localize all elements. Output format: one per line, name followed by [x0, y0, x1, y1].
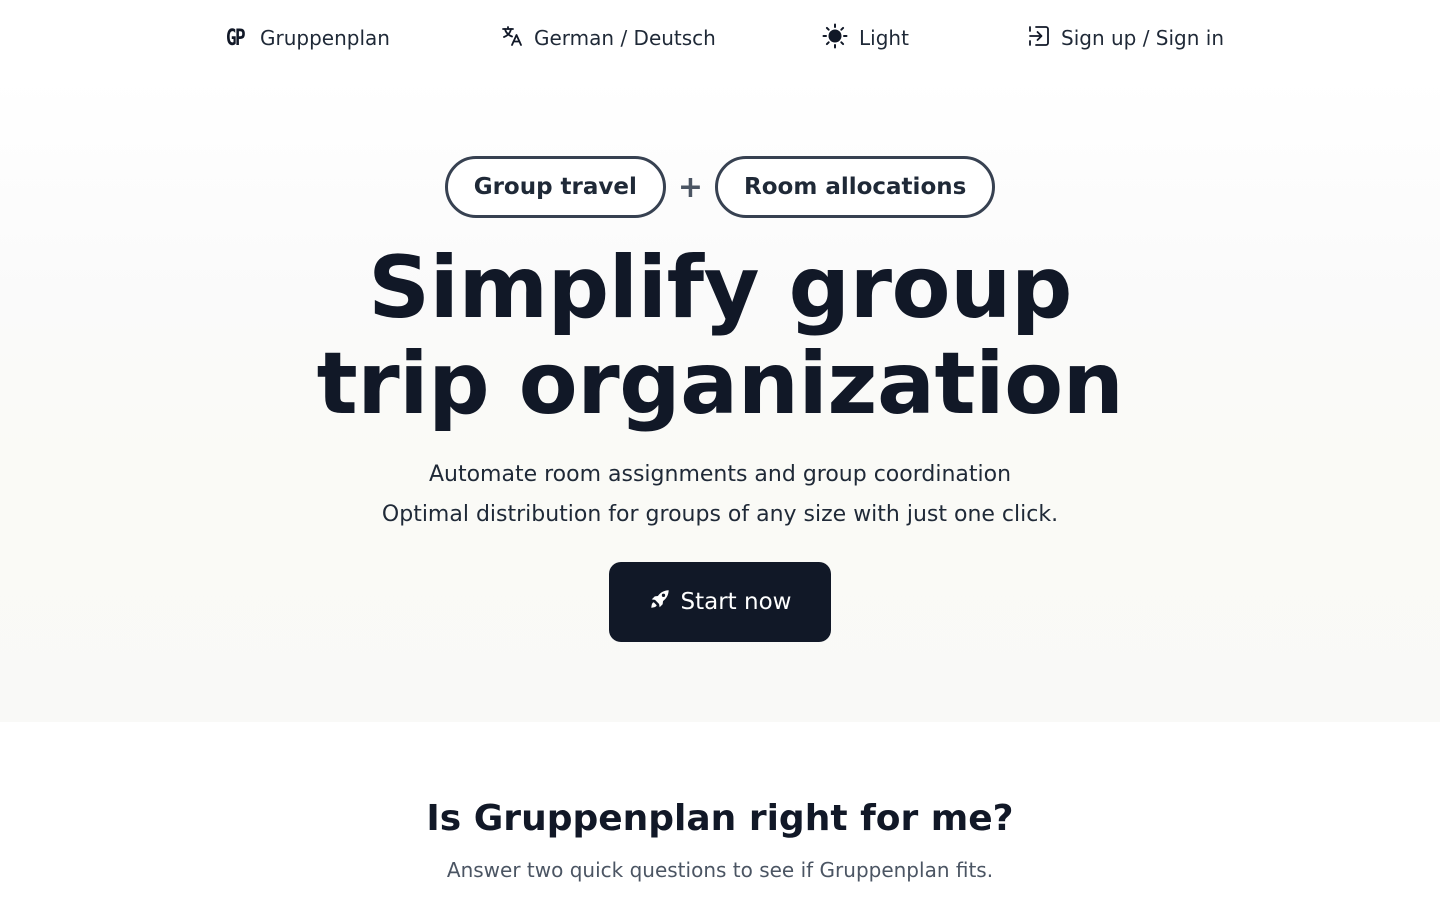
- sun-icon: [821, 22, 849, 55]
- plus-sign: +: [677, 169, 704, 205]
- brand-link[interactable]: GP Gruppenplan: [226, 22, 390, 54]
- subtitle-line-2: Optimal distribution for groups of any s…: [381, 502, 1059, 527]
- theme-toggle[interactable]: Light: [821, 22, 909, 54]
- quiz-title: Is Gruppenplan right for me?: [426, 798, 1014, 839]
- pill-group-travel: Group travel: [444, 156, 666, 218]
- hero-subtitle: Automate room assignments and group coor…: [0, 455, 1440, 535]
- language-label: German / Deutsch: [534, 26, 716, 50]
- subtitle-line-1: Automate room assignments and group coor…: [428, 462, 1012, 487]
- start-now-button[interactable]: Start now: [609, 562, 831, 642]
- brand-logo: GP: [226, 25, 246, 51]
- top-nav: GP Gruppenplan German / Deutsch Light Si…: [0, 0, 1440, 76]
- sign-in-link[interactable]: Sign up / Sign in: [1027, 22, 1224, 54]
- start-now-label: Start now: [680, 589, 792, 615]
- hero-headline: Simplify group trip organization: [0, 240, 1440, 432]
- quiz-subtitle: Answer two quick questions to see if Gru…: [446, 858, 994, 882]
- translate-icon: [500, 24, 524, 53]
- headline-line-1: Simplify group: [368, 238, 1072, 338]
- brand-name: Gruppenplan: [260, 26, 390, 50]
- hero-section: Group travel + Room allocations Simplify…: [0, 76, 1440, 722]
- pill-room-allocations: Room allocations: [715, 156, 996, 218]
- auth-label: Sign up / Sign in: [1061, 26, 1225, 50]
- feature-pills: Group travel + Room allocations: [0, 156, 1440, 218]
- language-switcher[interactable]: German / Deutsch: [500, 22, 716, 54]
- sign-in-icon: [1027, 24, 1051, 53]
- theme-label: Light: [859, 26, 909, 50]
- rocket-icon: [649, 588, 671, 616]
- headline-line-2: trip organization: [316, 334, 1124, 434]
